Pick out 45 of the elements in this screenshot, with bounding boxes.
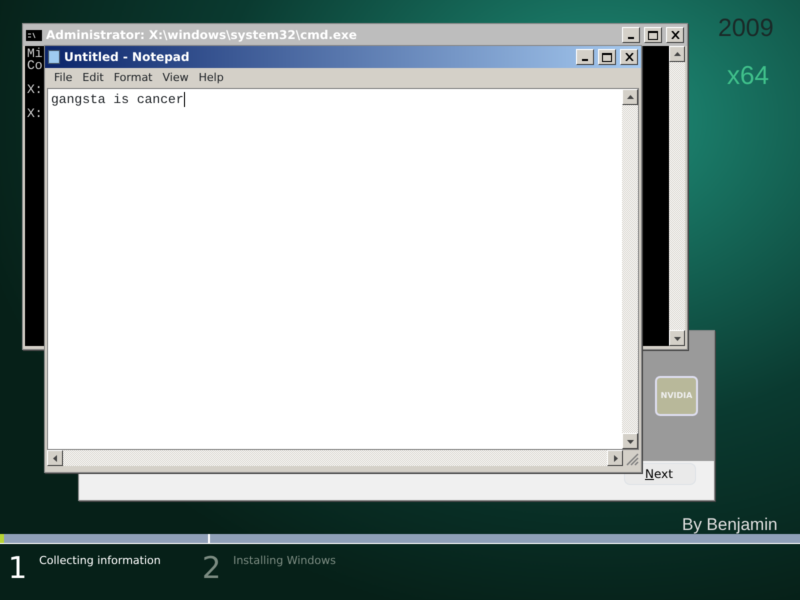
- console-line: X:: [27, 106, 43, 121]
- menu-item[interactable]: File: [49, 70, 78, 86]
- step-number: 2: [202, 553, 222, 585]
- minimize-button[interactable]: [576, 49, 594, 65]
- arrow-icon: [52, 454, 58, 462]
- nvidia-logo: NVIDIA: [654, 376, 698, 416]
- window-title: Untitled - Notepad: [64, 49, 190, 66]
- close-icon: [624, 53, 634, 61]
- maximize-button[interactable]: [644, 27, 662, 43]
- menu-item[interactable]: Edit: [77, 70, 109, 86]
- maximize-icon: [602, 52, 612, 62]
- arrow-icon: [674, 334, 680, 342]
- minimize-button[interactable]: [622, 27, 640, 43]
- console-line: Mi: [27, 46, 43, 61]
- scroll-down-button[interactable]: [622, 433, 638, 449]
- close-icon: [670, 31, 680, 39]
- scroll-left-button[interactable]: [47, 450, 63, 466]
- notepad-icon: [48, 50, 60, 64]
- scroll-up-button[interactable]: [622, 89, 638, 105]
- arrow-icon: [612, 454, 618, 462]
- menu-item[interactable]: View: [158, 70, 194, 86]
- console-icon: [26, 30, 42, 40]
- step-number: 1: [8, 553, 28, 585]
- close-button[interactable]: [666, 27, 684, 43]
- window-title: Administrator: X:\windows\system32\cmd.exe: [46, 27, 358, 44]
- scroll-up-button[interactable]: [669, 46, 685, 62]
- scroll-down-button[interactable]: [669, 330, 685, 346]
- text-area[interactable]: gangsta is cancer: [48, 89, 622, 449]
- background-title: 2009: [718, 13, 774, 44]
- menu-item[interactable]: Help: [194, 70, 229, 86]
- close-button[interactable]: [620, 49, 638, 65]
- step-label: Collecting information: [39, 553, 161, 569]
- console-line: Co: [27, 58, 43, 73]
- edition-label: x64: [727, 59, 769, 92]
- menu-item[interactable]: Format: [108, 70, 158, 86]
- maximize-button[interactable]: [598, 49, 616, 65]
- scroll-right-button[interactable]: [607, 450, 623, 466]
- arrow-icon: [674, 50, 680, 58]
- arrow-icon: [626, 94, 634, 100]
- console-line: X:: [27, 82, 43, 97]
- arrow-icon: [626, 438, 634, 444]
- document-text: gangsta is cancer: [51, 92, 185, 107]
- credit-text: By Benjamin: [682, 514, 778, 536]
- maximize-icon: [648, 30, 658, 40]
- step-label: Installing Windows: [233, 553, 336, 569]
